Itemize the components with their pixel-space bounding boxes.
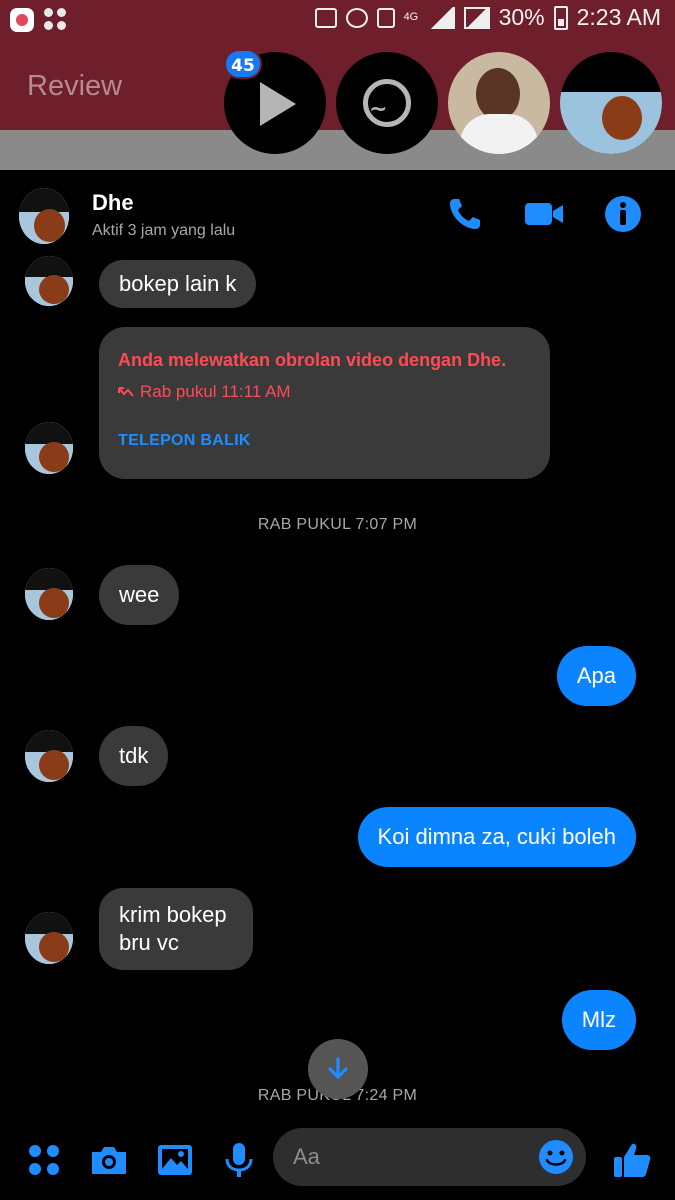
status-bar: 4G 30% 2:23 AM xyxy=(0,0,675,40)
heart-app-icon xyxy=(376,7,395,28)
gallery-icon[interactable] xyxy=(155,1140,195,1180)
missed-video-call-card: Anda melewatkan obrolan video dengan Dhe… xyxy=(99,327,550,479)
message-bubble-outgoing[interactable]: Koi dimna za, cuki boleh xyxy=(357,807,636,867)
missed-call-title: Anda melewatkan obrolan video dengan Dhe… xyxy=(118,350,507,370)
microphone-icon[interactable] xyxy=(219,1140,259,1180)
messenger-panel: Dhe Aktif 3 jam yang lalu bokep lain k A… xyxy=(0,170,675,1200)
message-bubble-incoming[interactable]: bokep lain k xyxy=(99,260,257,308)
arrow-down-icon xyxy=(328,1057,348,1079)
cast-icon xyxy=(314,7,337,28)
message-bubble-outgoing[interactable]: Mlz xyxy=(561,990,636,1050)
sender-avatar[interactable] xyxy=(25,912,73,964)
battery-icon xyxy=(553,5,568,30)
phone-call-icon[interactable] xyxy=(445,194,485,234)
contact-avatar[interactable] xyxy=(19,188,69,244)
battery-percent: 30% xyxy=(498,4,545,30)
chat-head-badge: 45 xyxy=(224,49,262,79)
contact-photo-hair xyxy=(602,96,642,140)
message-input[interactable] xyxy=(293,1140,533,1174)
signal-icon xyxy=(428,6,455,29)
more-actions-icon[interactable] xyxy=(24,1140,64,1180)
contact-photo-face xyxy=(476,68,520,120)
timestamp-divider: RAB PUKUL 7:07 PM xyxy=(257,516,418,533)
contact-photo-body xyxy=(460,114,538,154)
chat-head-contact-2[interactable] xyxy=(560,52,662,154)
info-icon[interactable] xyxy=(603,194,643,234)
message-bubble-outgoing[interactable]: Apa xyxy=(556,646,636,706)
message-bubble-incoming[interactable]: krim bokep bru vc xyxy=(99,888,253,970)
play-icon xyxy=(260,82,296,126)
background-app-title: Review xyxy=(27,70,123,102)
chat-head-messenger[interactable]: ~ xyxy=(336,52,438,154)
contact-active-status: Aktif 3 jam yang lalu xyxy=(92,222,236,239)
missed-call-time: Rab pukul 11:11 AM xyxy=(118,382,291,402)
messenger-bolt-icon: ~ xyxy=(369,97,388,122)
contact-name[interactable]: Dhe xyxy=(92,190,134,216)
scroll-to-bottom-button[interactable] xyxy=(308,1039,368,1099)
clock: 2:23 AM xyxy=(576,4,661,30)
missed-call-time-text: Rab pukul 11:11 AM xyxy=(140,382,291,401)
message-bubble-incoming[interactable]: tdk xyxy=(99,726,169,786)
thumbs-up-icon[interactable] xyxy=(612,1140,652,1180)
camera-icon[interactable] xyxy=(89,1140,129,1180)
message-bubble-incoming[interactable]: wee xyxy=(99,565,180,625)
video-call-icon[interactable] xyxy=(524,194,564,234)
call-back-button[interactable]: TELEPON BALIK xyxy=(118,432,251,450)
notification-app-icon xyxy=(10,8,34,32)
sender-avatar[interactable] xyxy=(25,730,73,782)
message-composer xyxy=(0,1120,675,1200)
mute-icon xyxy=(345,7,368,28)
signal-2-icon xyxy=(463,6,490,29)
network-type: 4G xyxy=(403,11,419,23)
sender-avatar[interactable] xyxy=(25,256,73,306)
chat-head-contact-1[interactable] xyxy=(448,52,550,154)
missed-call-arrow-icon xyxy=(118,387,134,397)
notification-dots-icon xyxy=(44,8,68,32)
message-input-container[interactable] xyxy=(273,1128,586,1186)
sender-avatar[interactable] xyxy=(25,422,73,474)
sender-avatar[interactable] xyxy=(25,568,73,620)
emoji-icon[interactable] xyxy=(538,1139,574,1175)
chat-header: Dhe Aktif 3 jam yang lalu xyxy=(0,170,675,256)
